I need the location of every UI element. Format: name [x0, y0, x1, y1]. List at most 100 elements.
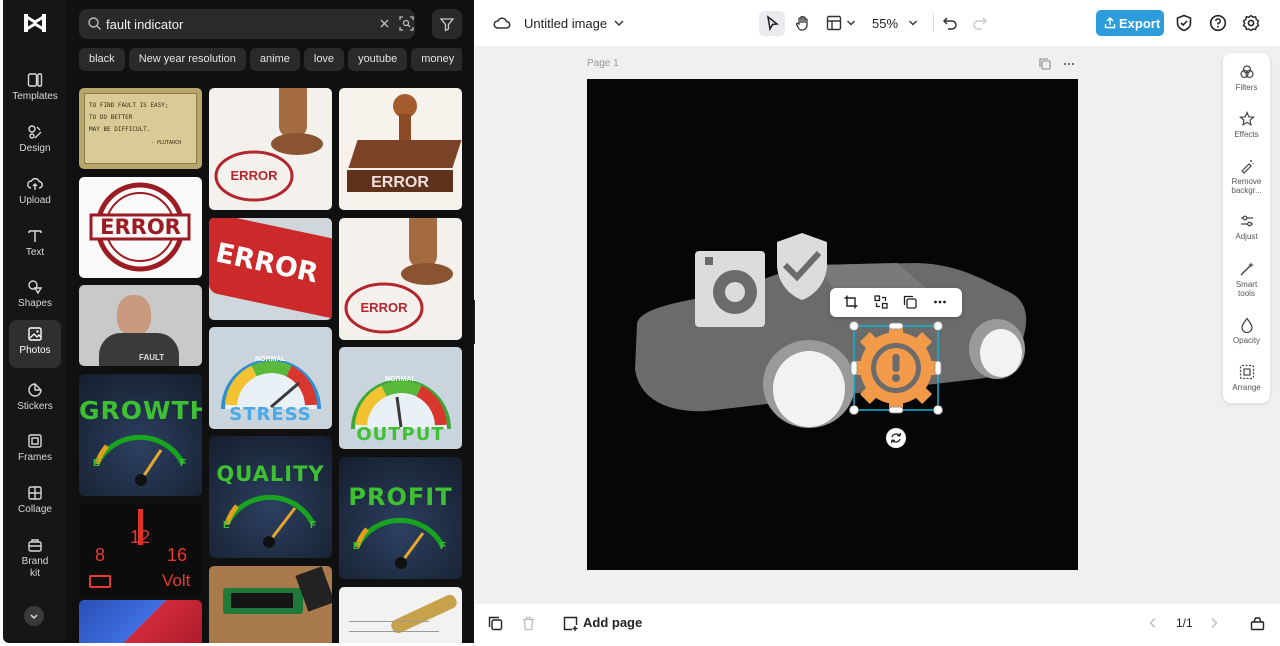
search-icon [88, 17, 101, 30]
search-box[interactable]: fault indicator [79, 9, 415, 39]
chip[interactable]: love [303, 48, 345, 71]
photo-error-key[interactable]: ERROR [209, 218, 332, 320]
tool-adjust[interactable]: Adjust [1223, 213, 1270, 241]
photos-icon [28, 327, 42, 341]
chip[interactable]: youtube [348, 48, 408, 71]
rail-item-upload[interactable]: Upload [9, 170, 61, 218]
templates-icon [27, 73, 43, 87]
filters-icon [1239, 65, 1254, 79]
filter-button[interactable] [432, 9, 462, 39]
rail-item-design[interactable]: Design [9, 118, 61, 166]
rail-item-frames[interactable]: Frames [9, 427, 61, 475]
undo-icon[interactable] [942, 15, 958, 31]
rail-item-text[interactable]: Text [9, 222, 61, 270]
tool-remove-background[interactable]: Remove backgr... [1223, 158, 1270, 195]
gauge-word: STRESS [229, 404, 312, 425]
photos-panel: fault indicator black New year resolution… [66, 0, 474, 643]
layout-icon[interactable] [826, 15, 842, 31]
previous-page-icon[interactable] [1147, 617, 1159, 629]
gauge-dial [354, 517, 446, 569]
chip[interactable]: black [79, 48, 125, 71]
document-title[interactable]: Untitled image [524, 16, 607, 31]
photo-dashboard-gauge[interactable]: 8 12 16 Volt [79, 503, 202, 595]
tool-label: Effects [1234, 130, 1259, 139]
quote-line: TO DO BETTER [89, 114, 133, 121]
rail-item-photos[interactable]: Photos [9, 320, 61, 368]
element-toolbar [830, 288, 962, 317]
gauge-e: E [353, 541, 360, 552]
cloud-icon[interactable] [493, 15, 511, 31]
gauge-normal: NORMAL [385, 376, 416, 383]
photo-quote-paper[interactable]: TO FIND FAULT IS EASY; TO DO BETTER MAY … [79, 88, 202, 169]
page-manager-icon[interactable] [1250, 616, 1265, 631]
export-button[interactable]: Export [1096, 10, 1164, 36]
filter-icon [439, 18, 455, 32]
photo-quality-gauge[interactable]: QUALITY E F [209, 436, 332, 558]
error-text: ERROR [100, 215, 181, 239]
hand-tool-icon[interactable] [794, 14, 812, 32]
chip[interactable]: anime [249, 48, 300, 71]
photo-blue-red-abstract[interactable] [79, 600, 202, 643]
photo-fountain-pen[interactable] [339, 587, 462, 643]
tool-smart-tools[interactable]: Smart tools [1223, 261, 1270, 298]
gauge-e: E [223, 520, 230, 531]
top-bar: Untitled image 55% Export [475, 0, 1280, 46]
tool-filters[interactable]: Filters [1223, 64, 1270, 92]
duplicate-icon[interactable] [903, 295, 917, 309]
trash-icon[interactable] [521, 616, 536, 631]
chip[interactable]: New year resolution [128, 48, 246, 71]
left-rail: Templates Design Upload Text Shapes Phot… [3, 0, 66, 643]
photo-error-stamp-wood[interactable]: ERROR [209, 88, 332, 210]
dash-volt: Volt [162, 571, 191, 590]
photo-man-pointing[interactable]: FAULT [79, 285, 202, 366]
car-fault-illustration[interactable] [587, 79, 1078, 570]
help-icon[interactable] [1209, 14, 1227, 32]
add-page-button[interactable]: Add page [563, 615, 642, 633]
chip[interactable]: money [411, 48, 462, 71]
photo-output-gauge[interactable]: NORMAL OUTPUT [339, 347, 462, 449]
more-options-icon[interactable] [933, 295, 947, 309]
rail-item-shapes[interactable]: Shapes [9, 273, 61, 321]
rail-label: Frames [18, 452, 52, 463]
photo-stress-gauge[interactable]: NORMAL STRESS [209, 327, 332, 429]
zoom-level[interactable]: 55% [872, 16, 898, 31]
capcut-logo[interactable] [23, 12, 47, 34]
rail-label: Text [25, 247, 45, 258]
rail-item-templates[interactable]: Templates [9, 66, 61, 114]
quote-line: TO FIND FAULT IS EASY; [89, 102, 169, 109]
tool-opacity[interactable]: Opacity [1223, 317, 1270, 345]
photo-profit-gauge[interactable]: PROFIT E F [339, 457, 462, 579]
tools-panel: Filters Effects Remove backgr... Adjust … [1223, 53, 1270, 403]
rail-item-brand-kit[interactable]: Brand kit [9, 531, 61, 587]
rail-label: Brand kit [21, 556, 49, 579]
search-input[interactable]: fault indicator [106, 17, 183, 32]
photo-error-stamp-wood-2[interactable]: ERROR [339, 218, 462, 340]
chevron-down-icon[interactable] [908, 18, 918, 28]
clear-icon[interactable] [377, 16, 392, 31]
tool-arrange[interactable]: Arrange [1223, 364, 1270, 392]
tool-effects[interactable]: Effects [1223, 111, 1270, 139]
rail-item-stickers[interactable]: Stickers [9, 376, 61, 424]
chevron-down-icon[interactable] [846, 18, 856, 28]
redo-icon[interactable] [972, 15, 988, 31]
quote-author: - PLUTARCH [151, 140, 182, 146]
duplicate-page-icon[interactable] [1039, 58, 1051, 70]
photo-circuit-board[interactable] [209, 566, 332, 643]
duplicate-page-icon[interactable] [488, 616, 503, 631]
dash-16: 16 [167, 545, 188, 565]
design-canvas[interactable] [587, 79, 1078, 570]
photo-growth-gauge[interactable]: GROWTH E F [79, 374, 202, 496]
crop-icon[interactable] [844, 295, 858, 309]
select-tool-button[interactable] [759, 11, 785, 36]
settings-gear-icon[interactable] [1242, 14, 1260, 32]
next-page-icon[interactable] [1208, 617, 1220, 629]
shield-check-icon[interactable] [1175, 14, 1193, 32]
more-options-icon[interactable] [1063, 58, 1075, 70]
rail-collapse-button[interactable] [24, 606, 44, 626]
image-search-icon[interactable] [399, 16, 414, 31]
rail-item-collage[interactable]: Collage [9, 479, 61, 527]
photo-error-stamp-print[interactable]: ERROR [79, 177, 202, 278]
chevron-down-icon[interactable] [613, 17, 625, 29]
photo-rubber-stamp[interactable]: ERROR [339, 88, 462, 210]
replace-icon[interactable] [874, 295, 888, 309]
